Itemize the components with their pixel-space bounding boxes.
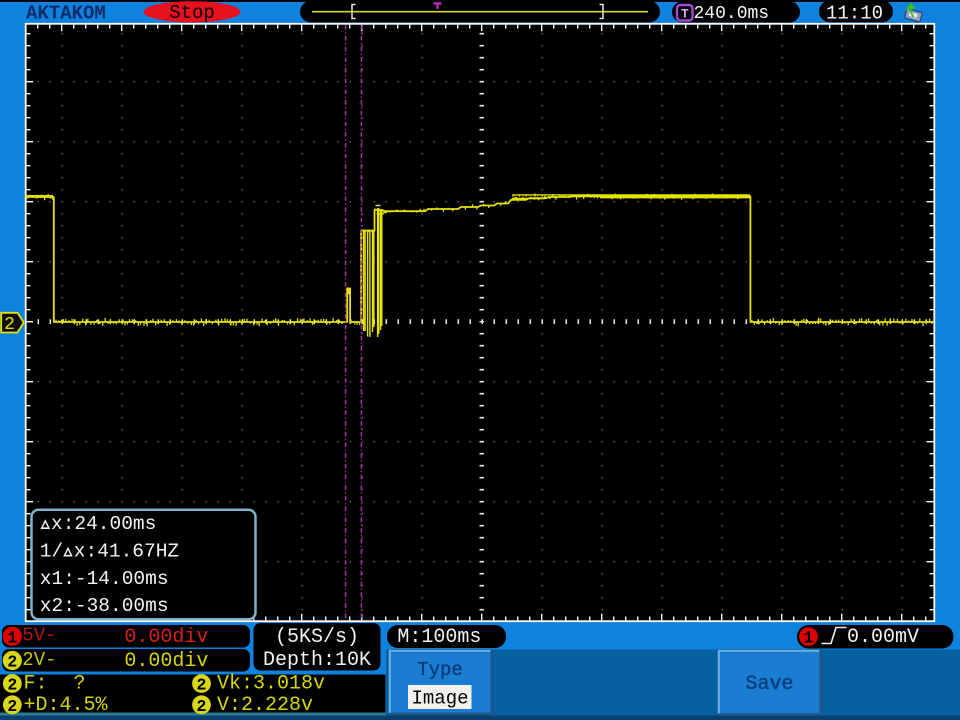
svg-text:+D:4.5%: +D:4.5% — [24, 694, 109, 717]
svg-text:x1:-14.00ms: x1:-14.00ms — [40, 568, 169, 590]
svg-text:x2:-38.00ms: x2:-38.00ms — [40, 595, 169, 617]
svg-text:(5KS/s): (5KS/s) — [275, 626, 359, 649]
svg-text:?: ? — [74, 673, 86, 696]
svg-text:AKTAKOM: AKTAKOM — [26, 3, 106, 25]
svg-text:Type: Type — [417, 659, 463, 681]
svg-text:Stop: Stop — [169, 2, 215, 24]
svg-text:1: 1 — [804, 629, 814, 648]
svg-text:0.00div: 0.00div — [124, 626, 208, 649]
svg-text:M:100ms: M:100ms — [397, 626, 481, 649]
svg-text:0.00mV: 0.00mV — [847, 626, 919, 649]
svg-text:2: 2 — [7, 653, 17, 672]
svg-text:V:2.228v: V:2.228v — [217, 694, 313, 717]
svg-text:2: 2 — [4, 315, 15, 335]
svg-text:T: T — [681, 7, 689, 22]
svg-text:1/: 1/ — [40, 541, 63, 563]
svg-text:Depth:10K: Depth:10K — [263, 649, 371, 672]
svg-text:Save: Save — [745, 673, 793, 696]
svg-text:2: 2 — [197, 676, 207, 695]
svg-text:Vk:3.018v: Vk:3.018v — [217, 673, 325, 696]
svg-text:0.00div: 0.00div — [124, 650, 208, 673]
svg-text:1: 1 — [7, 628, 17, 647]
svg-text:5V-: 5V- — [22, 625, 56, 647]
svg-text:11:10: 11:10 — [826, 2, 883, 24]
svg-text:2: 2 — [197, 697, 207, 716]
svg-text:F:: F: — [24, 673, 48, 696]
svg-text:x:41.67HZ: x:41.67HZ — [74, 541, 179, 563]
svg-text:2: 2 — [7, 676, 17, 695]
svg-text:2: 2 — [7, 697, 17, 716]
svg-text:2V-: 2V- — [22, 649, 56, 671]
svg-text:x:24.00ms: x:24.00ms — [51, 513, 156, 535]
svg-text:240.0ms: 240.0ms — [694, 4, 770, 24]
svg-text:Image: Image — [411, 688, 468, 710]
